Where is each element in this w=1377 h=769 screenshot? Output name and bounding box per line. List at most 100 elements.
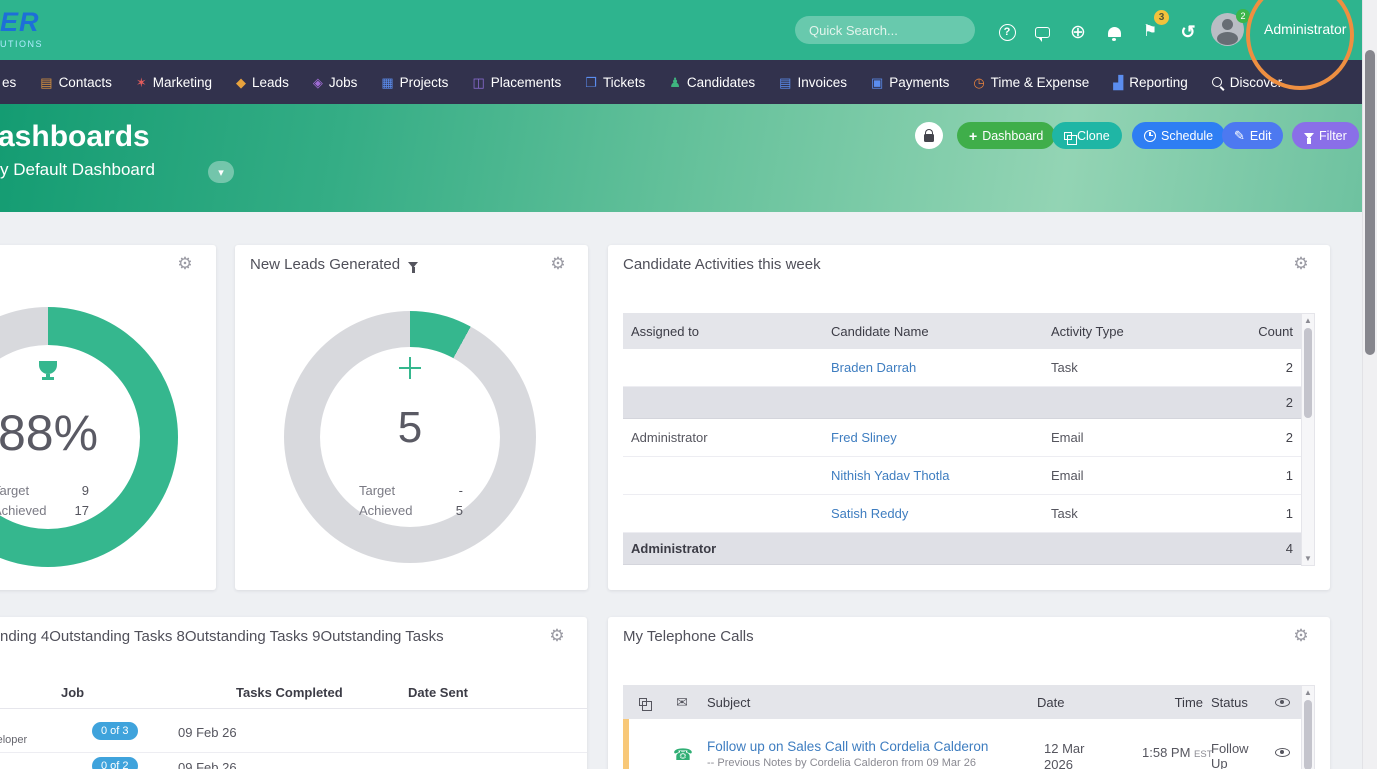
activities-table: Assigned to Candidate Name Activity Type… [623, 313, 1301, 565]
cell-assigned: Administrator [623, 430, 823, 445]
leads-value: 5 [398, 403, 422, 453]
widget-settings-button[interactable]: ⚙ [545, 251, 571, 277]
filter-icon[interactable] [408, 262, 418, 268]
invoices-icon [779, 76, 791, 89]
notifications-button[interactable] [1103, 21, 1125, 43]
view-call-button[interactable] [1263, 719, 1301, 760]
phone-icon [663, 719, 701, 765]
lock-button[interactable] [915, 122, 943, 149]
messages-icon [1035, 27, 1050, 38]
outstanding-tasks-card: nding 4Outstanding Tasks 8Outstanding Ta… [0, 617, 587, 769]
schedule-button[interactable]: Schedule [1132, 122, 1225, 149]
nav-item-placements[interactable]: Placements [460, 75, 573, 90]
cell-time: 1:58 PM EST [1142, 719, 1203, 760]
logo-subtext: UTIONS [0, 39, 60, 49]
target-value: - [459, 481, 463, 501]
add-dashboard-button[interactable]: Dashboard [957, 122, 1055, 149]
nav-item-candidates[interactable]: Candidates [657, 75, 767, 90]
copy-column-header[interactable] [623, 698, 663, 706]
nav-item-projects[interactable]: Projects [369, 75, 460, 90]
cell-date-sent: 09 Feb 26 [178, 760, 237, 769]
dashboard-selector-label[interactable]: y Default Dashboard [0, 160, 155, 180]
messages-button[interactable] [1031, 21, 1053, 43]
email-column-header[interactable] [663, 694, 701, 711]
move-icon[interactable] [399, 357, 421, 379]
widget-settings-button[interactable]: ⚙ [1288, 623, 1314, 649]
dashboard-selector-chevron[interactable]: ▾ [208, 161, 234, 183]
nav-label: Projects [400, 75, 449, 90]
cell-assigned: Administrator [623, 541, 823, 556]
filter-button[interactable]: Filter [1292, 122, 1359, 149]
widget-title: nding 4Outstanding Tasks 8Outstanding Ta… [0, 628, 444, 645]
table-row: Satish Reddy Task 1 [623, 495, 1301, 533]
nav-item-invoices[interactable]: Invoices [767, 75, 859, 90]
table-row[interactable]: iva 0 of 2 09 Feb 26 [0, 753, 587, 769]
job-line: iva [0, 754, 85, 769]
nav-item-companies[interactable]: es [0, 75, 28, 90]
nav-item-reporting[interactable]: Reporting [1101, 75, 1200, 90]
gear-icon: ⚙ [1293, 626, 1308, 645]
col-job: Job [61, 685, 84, 700]
col-tasks-completed: Tasks Completed [236, 685, 343, 700]
nav-label: Reporting [1129, 75, 1188, 90]
table-summary-row: Administrator 4 [623, 533, 1301, 565]
contacts-icon [40, 76, 52, 89]
widget-settings-button[interactable]: ⚙ [172, 251, 198, 277]
cell-date: 12 Mar 2026 [1037, 719, 1099, 769]
nav-label: Discover [1230, 75, 1283, 90]
search-input[interactable] [795, 16, 975, 44]
widget-settings-button[interactable]: ⚙ [544, 623, 570, 649]
help-button[interactable] [996, 21, 1018, 43]
widget-title: My Telephone Calls [623, 628, 754, 645]
widget-title-row: New Leads Generated [250, 256, 418, 273]
cell-type: Email [1043, 430, 1193, 445]
scroll-up-icon[interactable]: ▲ [1302, 688, 1314, 697]
quick-search[interactable] [795, 16, 975, 44]
call-note: -- Previous Notes by Cordelia Calderon f… [707, 757, 1037, 769]
history-button[interactable]: ↺ [1177, 21, 1199, 43]
scroll-down-icon[interactable]: ▼ [1302, 554, 1314, 563]
cell-job: va eveloper [0, 718, 85, 748]
scrollbar-thumb[interactable] [1304, 328, 1312, 418]
widget-settings-button[interactable]: ⚙ [1288, 251, 1314, 277]
dashboard-hero: ashboards y Default Dashboard ▾ Dashboar… [0, 104, 1362, 212]
nav-item-payments[interactable]: Payments [859, 75, 961, 90]
scrollbar-thumb[interactable] [1304, 700, 1312, 769]
user-name[interactable]: Administrator [1264, 21, 1346, 37]
visibility-column-header[interactable] [1263, 698, 1301, 707]
time-expense-icon [973, 76, 984, 89]
table-header: Assigned to Candidate Name Activity Type… [623, 313, 1301, 349]
candidate-activities-card: Candidate Activities this week ⚙ Assigne… [608, 245, 1330, 590]
gear-icon: ⚙ [550, 254, 565, 273]
table-row[interactable]: va eveloper 0 of 3 09 Feb 26 [0, 713, 587, 753]
nav-item-leads[interactable]: Leads [224, 75, 301, 90]
candidate-link[interactable]: Braden Darrah [823, 360, 1043, 375]
app-logo[interactable]: ER UTIONS [0, 7, 60, 49]
candidate-link[interactable]: Nithish Yadav Thotla [823, 468, 1043, 483]
call-row[interactable]: Follow up on Sales Call with Cordelia Ca… [623, 719, 1301, 769]
achieved-row: Achieved 17 [0, 501, 89, 521]
nav-item-jobs[interactable]: Jobs [301, 75, 370, 90]
scrollbar-thumb[interactable] [1365, 50, 1375, 355]
page-scrollbar[interactable] [1362, 0, 1377, 769]
nav-label: Marketing [153, 75, 212, 90]
reporting-icon [1113, 76, 1123, 89]
candidates-icon [669, 76, 681, 89]
achieved-value: 5 [456, 501, 463, 521]
candidate-link[interactable]: Satish Reddy [823, 506, 1043, 521]
goal-percent: 88% [0, 404, 98, 462]
clone-icon [1064, 132, 1072, 140]
nav-item-marketing[interactable]: Marketing [124, 75, 224, 90]
nav-item-contacts[interactable]: Contacts [28, 75, 124, 90]
scroll-up-icon[interactable]: ▲ [1302, 316, 1314, 325]
nav-item-tickets[interactable]: Tickets [573, 75, 657, 90]
table-scrollbar[interactable]: ▲ [1301, 685, 1315, 769]
nav-item-discover[interactable]: Discover [1200, 75, 1295, 90]
call-subject-link[interactable]: Follow up on Sales Call with Cordelia Ca… [707, 739, 988, 754]
nav-item-time-expense[interactable]: Time & Expense [961, 75, 1101, 90]
quick-add-button[interactable]: ⊕ [1067, 21, 1089, 43]
table-scrollbar[interactable]: ▲ ▼ [1301, 313, 1315, 566]
edit-button[interactable]: Edit [1222, 122, 1283, 149]
clone-button[interactable]: Clone [1052, 122, 1122, 149]
candidate-link[interactable]: Fred Sliney [823, 430, 1043, 445]
